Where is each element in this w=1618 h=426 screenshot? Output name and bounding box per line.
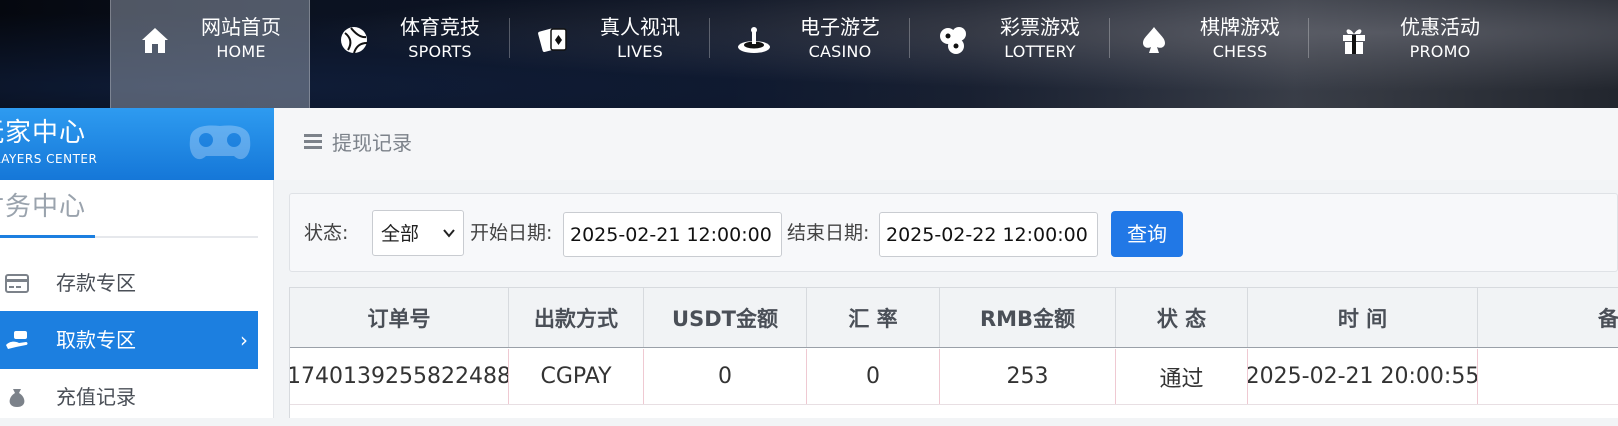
nav-label-cn: 电子游艺: [800, 15, 880, 39]
col-header-rate: 汇 率: [807, 288, 940, 347]
roulette-icon: [736, 22, 772, 58]
nav-label-en: HOME: [216, 42, 266, 61]
status-select[interactable]: 全部: [372, 210, 464, 256]
nav-label-cn: 优惠活动: [1400, 15, 1480, 39]
col-header-usdt-amount: USDT金额: [644, 288, 807, 347]
col-header-remark: 备: [1598, 306, 1618, 331]
nav-label-cn: 真人视讯: [600, 15, 680, 39]
withdraw-hand-icon: [6, 331, 28, 349]
nav-label-cn: 网站首页: [201, 15, 281, 39]
col-header-status: 状 态: [1116, 288, 1248, 347]
sidebar-item-withdraw[interactable]: 取款专区 ›: [0, 311, 258, 369]
sidebar-item-label: 取款专区: [56, 328, 136, 352]
sidebar-item-label: 存款专区: [56, 271, 136, 295]
sports-ball-icon: [336, 22, 372, 58]
cell-rmb-amount: 253: [940, 349, 1116, 404]
gift-icon: [1336, 22, 1372, 58]
sidebar-item-label: 充值记录: [56, 385, 136, 409]
status-label: 状态:: [304, 222, 349, 244]
col-header-time: 时 间: [1248, 288, 1478, 347]
nav-item-sports[interactable]: 体育竞技 SPORTS: [310, 0, 510, 108]
top-nav: 网站首页 HOME 体育竞技 SPORTS 真人视讯 LIVES 电子游艺 CA…: [0, 0, 1618, 108]
chevron-down-icon: [443, 229, 455, 238]
menu-icon[interactable]: [304, 134, 322, 150]
section-underline-active: [0, 235, 95, 238]
nav-label-en: CASINO: [808, 42, 872, 61]
nav-item-chess[interactable]: 棋牌游戏 CHESS: [1110, 0, 1310, 108]
nav-label-en: SPORTS: [408, 42, 472, 61]
nav-label-en: PROMO: [1409, 42, 1471, 61]
chevron-right-icon: ›: [240, 328, 248, 352]
sidebar: 玩家中心 PLAYERS CENTER 财务中心 存款专区 取款专区 › 充值记…: [0, 108, 274, 418]
finance-center-title: 财务中心: [0, 192, 87, 222]
table-row: 1740139255822488 CGPAY 0 0 253 通过 2025-0…: [290, 349, 1618, 405]
lottery-balls-icon: [936, 22, 972, 58]
player-center-banner: 玩家中心 PLAYERS CENTER: [0, 108, 274, 180]
cards-icon: [536, 22, 572, 58]
end-date-value: 2025-02-22 12:00:00: [886, 224, 1088, 246]
sidebar-item-deposit[interactable]: 存款专区: [0, 254, 258, 312]
end-date-label: 结束日期:: [787, 222, 870, 244]
gamepad-icon: [189, 125, 251, 160]
filter-bar: 状态: 全部 开始日期: 2025-02-21 12:00:00 结束日期: 2…: [289, 193, 1618, 272]
page-header: 提现记录: [274, 108, 1618, 180]
cell-status: 通过: [1116, 349, 1248, 404]
nav-label-cn: 彩票游戏: [1000, 15, 1080, 39]
col-header-rmb-amount: RMB金额: [940, 288, 1116, 347]
player-center-title: 玩家中心: [0, 118, 87, 148]
player-center-subtitle: PLAYERS CENTER: [0, 152, 98, 166]
col-header-order-no: 订单号: [290, 288, 509, 347]
nav-item-lives[interactable]: 真人视讯 LIVES: [510, 0, 710, 108]
nav-item-lottery[interactable]: 彩票游戏 LOTTERY: [910, 0, 1110, 108]
cell-order-no: 1740139255822488: [290, 349, 509, 404]
start-date-input[interactable]: 2025-02-21 12:00:00: [563, 212, 782, 257]
col-header-payout-method: 出款方式: [509, 288, 644, 347]
spade-icon: [1136, 22, 1172, 58]
end-date-input[interactable]: 2025-02-22 12:00:00: [879, 212, 1098, 257]
query-button[interactable]: 查询: [1111, 211, 1183, 257]
withdraw-records-table: 订单号 出款方式 USDT金额 汇 率 RMB金额 状 态 时 间 备 1740…: [289, 287, 1618, 418]
home-icon: [137, 22, 173, 58]
nav-label-en: CHESS: [1212, 42, 1268, 61]
status-select-value: 全部: [381, 223, 420, 245]
cell-rate: 0: [807, 349, 940, 404]
sidebar-item-recharge-record[interactable]: 充值记录: [0, 368, 258, 426]
nav-label-en: LOTTERY: [1004, 42, 1076, 61]
start-date-label: 开始日期:: [470, 222, 553, 244]
nav-item-promo[interactable]: 优惠活动 PROMO: [1310, 0, 1510, 108]
nav-item-home[interactable]: 网站首页 HOME: [110, 0, 310, 108]
card-icon: [5, 274, 29, 293]
start-date-value: 2025-02-21 12:00:00: [570, 224, 772, 246]
cell-usdt-amount: 0: [644, 349, 807, 404]
nav-divider: [1308, 18, 1309, 58]
table-header-row: 订单号 出款方式 USDT金额 汇 率 RMB金额 状 态 时 间 备: [290, 288, 1618, 348]
nav-label-cn: 棋牌游戏: [1200, 15, 1280, 39]
nav-label-en: LIVES: [617, 42, 663, 61]
cell-payout-method: CGPAY: [509, 349, 644, 404]
money-bag-icon: [9, 389, 25, 407]
cell-remark: [1478, 349, 1618, 404]
nav-label-cn: 体育竞技: [400, 15, 480, 39]
cell-time: 2025-02-21 20:00:55: [1248, 349, 1478, 404]
nav-item-casino[interactable]: 电子游艺 CASINO: [710, 0, 910, 108]
page-title: 提现记录: [332, 131, 412, 155]
